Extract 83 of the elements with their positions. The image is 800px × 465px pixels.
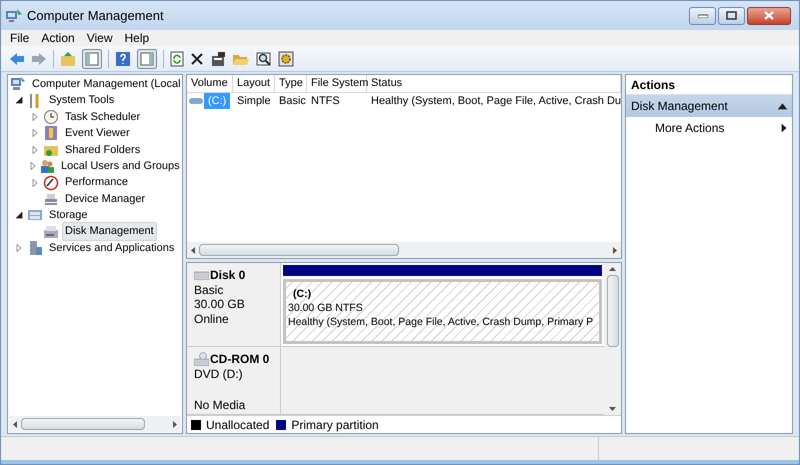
menu-item[interactable]: File: [5, 29, 34, 47]
disk-name: CD-ROM 0: [210, 352, 270, 366]
actions-section-header[interactable]: Disk Management: [626, 95, 792, 117]
disk-detail: No Media: [194, 398, 246, 412]
tree-item[interactable]: Shared Folders: [62, 140, 144, 160]
maximize-button[interactable]: [718, 6, 745, 24]
close-button[interactable]: [747, 6, 791, 24]
collapse-arrow-icon[interactable]: [16, 97, 22, 104]
tree-item[interactable]: Computer Management (Local: [29, 74, 184, 94]
partition-status: Healthy (System, Boot, Page File, Active, Crash Dump, Primary P: [288, 315, 594, 329]
expand-arrow-icon[interactable]: [32, 146, 38, 154]
refresh-icon[interactable]: [170, 50, 184, 66]
clock-icon: [43, 108, 59, 125]
action-pane-icon[interactable]: [137, 48, 157, 68]
scroll-up-icon[interactable]: [609, 267, 616, 271]
tree-item[interactable]: System Tools: [46, 91, 118, 110]
folder-up-icon[interactable]: [60, 50, 76, 66]
legend-label: Unallocated: [206, 416, 270, 434]
action-link[interactable]: More Actions: [626, 117, 792, 139]
tree-item[interactable]: Task Scheduler: [62, 108, 144, 126]
disk-name: Disk 0: [210, 268, 246, 282]
scroll-left-icon[interactable]: [191, 246, 195, 254]
expand-arrow-icon[interactable]: [32, 112, 38, 121]
scroll-left-icon[interactable]: [13, 420, 17, 428]
disk-detail: Basic: [194, 282, 224, 297]
table-cell-text: NTFS: [310, 94, 341, 109]
optical-drive-icon: [194, 352, 209, 366]
window-title: Computer Management: [27, 6, 164, 25]
magnifier-icon[interactable]: [256, 50, 272, 66]
minimize-icon: [698, 14, 708, 18]
drive-icon: [189, 97, 203, 105]
help-icon[interactable]: [115, 50, 131, 66]
collapse-arrow-icon[interactable]: [778, 102, 787, 110]
menu-item[interactable]: Action: [36, 29, 80, 47]
partition-block[interactable]: (C:) 30.00 GB NTFS Healthy (System, Boot, Page File, Active, Crash Dump, Primary P: [283, 279, 602, 344]
maximize-icon: [726, 11, 737, 20]
collapse-arrow-icon[interactable]: [16, 212, 22, 219]
table-cell-text: Healthy (System, Boot, Page File, Active, Crash Du: [370, 94, 621, 109]
column-header[interactable]: Volume: [187, 75, 233, 92]
scroll-down-icon[interactable]: [609, 407, 616, 411]
delete-icon[interactable]: [190, 52, 204, 66]
table-cell-text: Basic: [278, 94, 307, 109]
app-icon: [5, 8, 23, 24]
tree-item[interactable]: Storage: [46, 206, 91, 225]
menu-item[interactable]: View: [82, 29, 118, 47]
partition-size: 30.00 GB NTFS: [288, 301, 364, 315]
tree-item[interactable]: Performance: [62, 173, 131, 192]
disk-drive-icon: [194, 270, 209, 280]
users-icon: [39, 158, 55, 174]
disk-drive-icon: [43, 224, 59, 240]
expand-arrow-icon[interactable]: [32, 178, 38, 187]
gear-icon[interactable]: [278, 50, 294, 66]
column-header[interactable]: File System: [307, 75, 367, 92]
partition-label: (C:): [292, 287, 312, 301]
tree-item[interactable]: Event Viewer: [62, 124, 133, 143]
disk-detail: Online: [194, 312, 230, 326]
expand-arrow-icon[interactable]: [16, 244, 22, 252]
book-icon: [43, 125, 59, 142]
disk-detail: 30.00 GB: [194, 297, 246, 312]
disk-detail: DVD (D:): [194, 366, 244, 381]
scroll-right-icon[interactable]: [613, 246, 617, 254]
computer-icon: [10, 76, 26, 92]
horizontal-scrollbar[interactable]: [187, 242, 621, 258]
menu-item[interactable]: Help: [120, 29, 154, 47]
column-header[interactable]: Layout: [233, 75, 275, 92]
horizontal-scrollbar[interactable]: [9, 416, 181, 432]
console-tree-icon[interactable]: [82, 48, 102, 68]
expand-arrow-icon[interactable]: [30, 162, 36, 170]
column-header[interactable]: Type: [275, 75, 307, 92]
table-cell-text: Simple: [236, 94, 272, 109]
back-arrow-icon[interactable]: [9, 52, 25, 66]
submenu-arrow-icon: [781, 124, 787, 132]
legend-label: Primary partition: [291, 416, 379, 434]
expand-arrow-icon[interactable]: [32, 129, 38, 138]
tree-item[interactable]: Device Manager: [62, 190, 148, 208]
minimize-button[interactable]: [689, 6, 716, 24]
tree-item[interactable]: Services and Applications: [46, 238, 178, 258]
column-header[interactable]: Status: [367, 75, 621, 92]
gauge-icon: [43, 174, 59, 191]
close-icon: [764, 11, 774, 20]
tree-item[interactable]: Disk Management: [62, 222, 157, 241]
tree-item[interactable]: Local Users and Groups: [58, 156, 183, 176]
scroll-right-icon[interactable]: [173, 420, 177, 428]
